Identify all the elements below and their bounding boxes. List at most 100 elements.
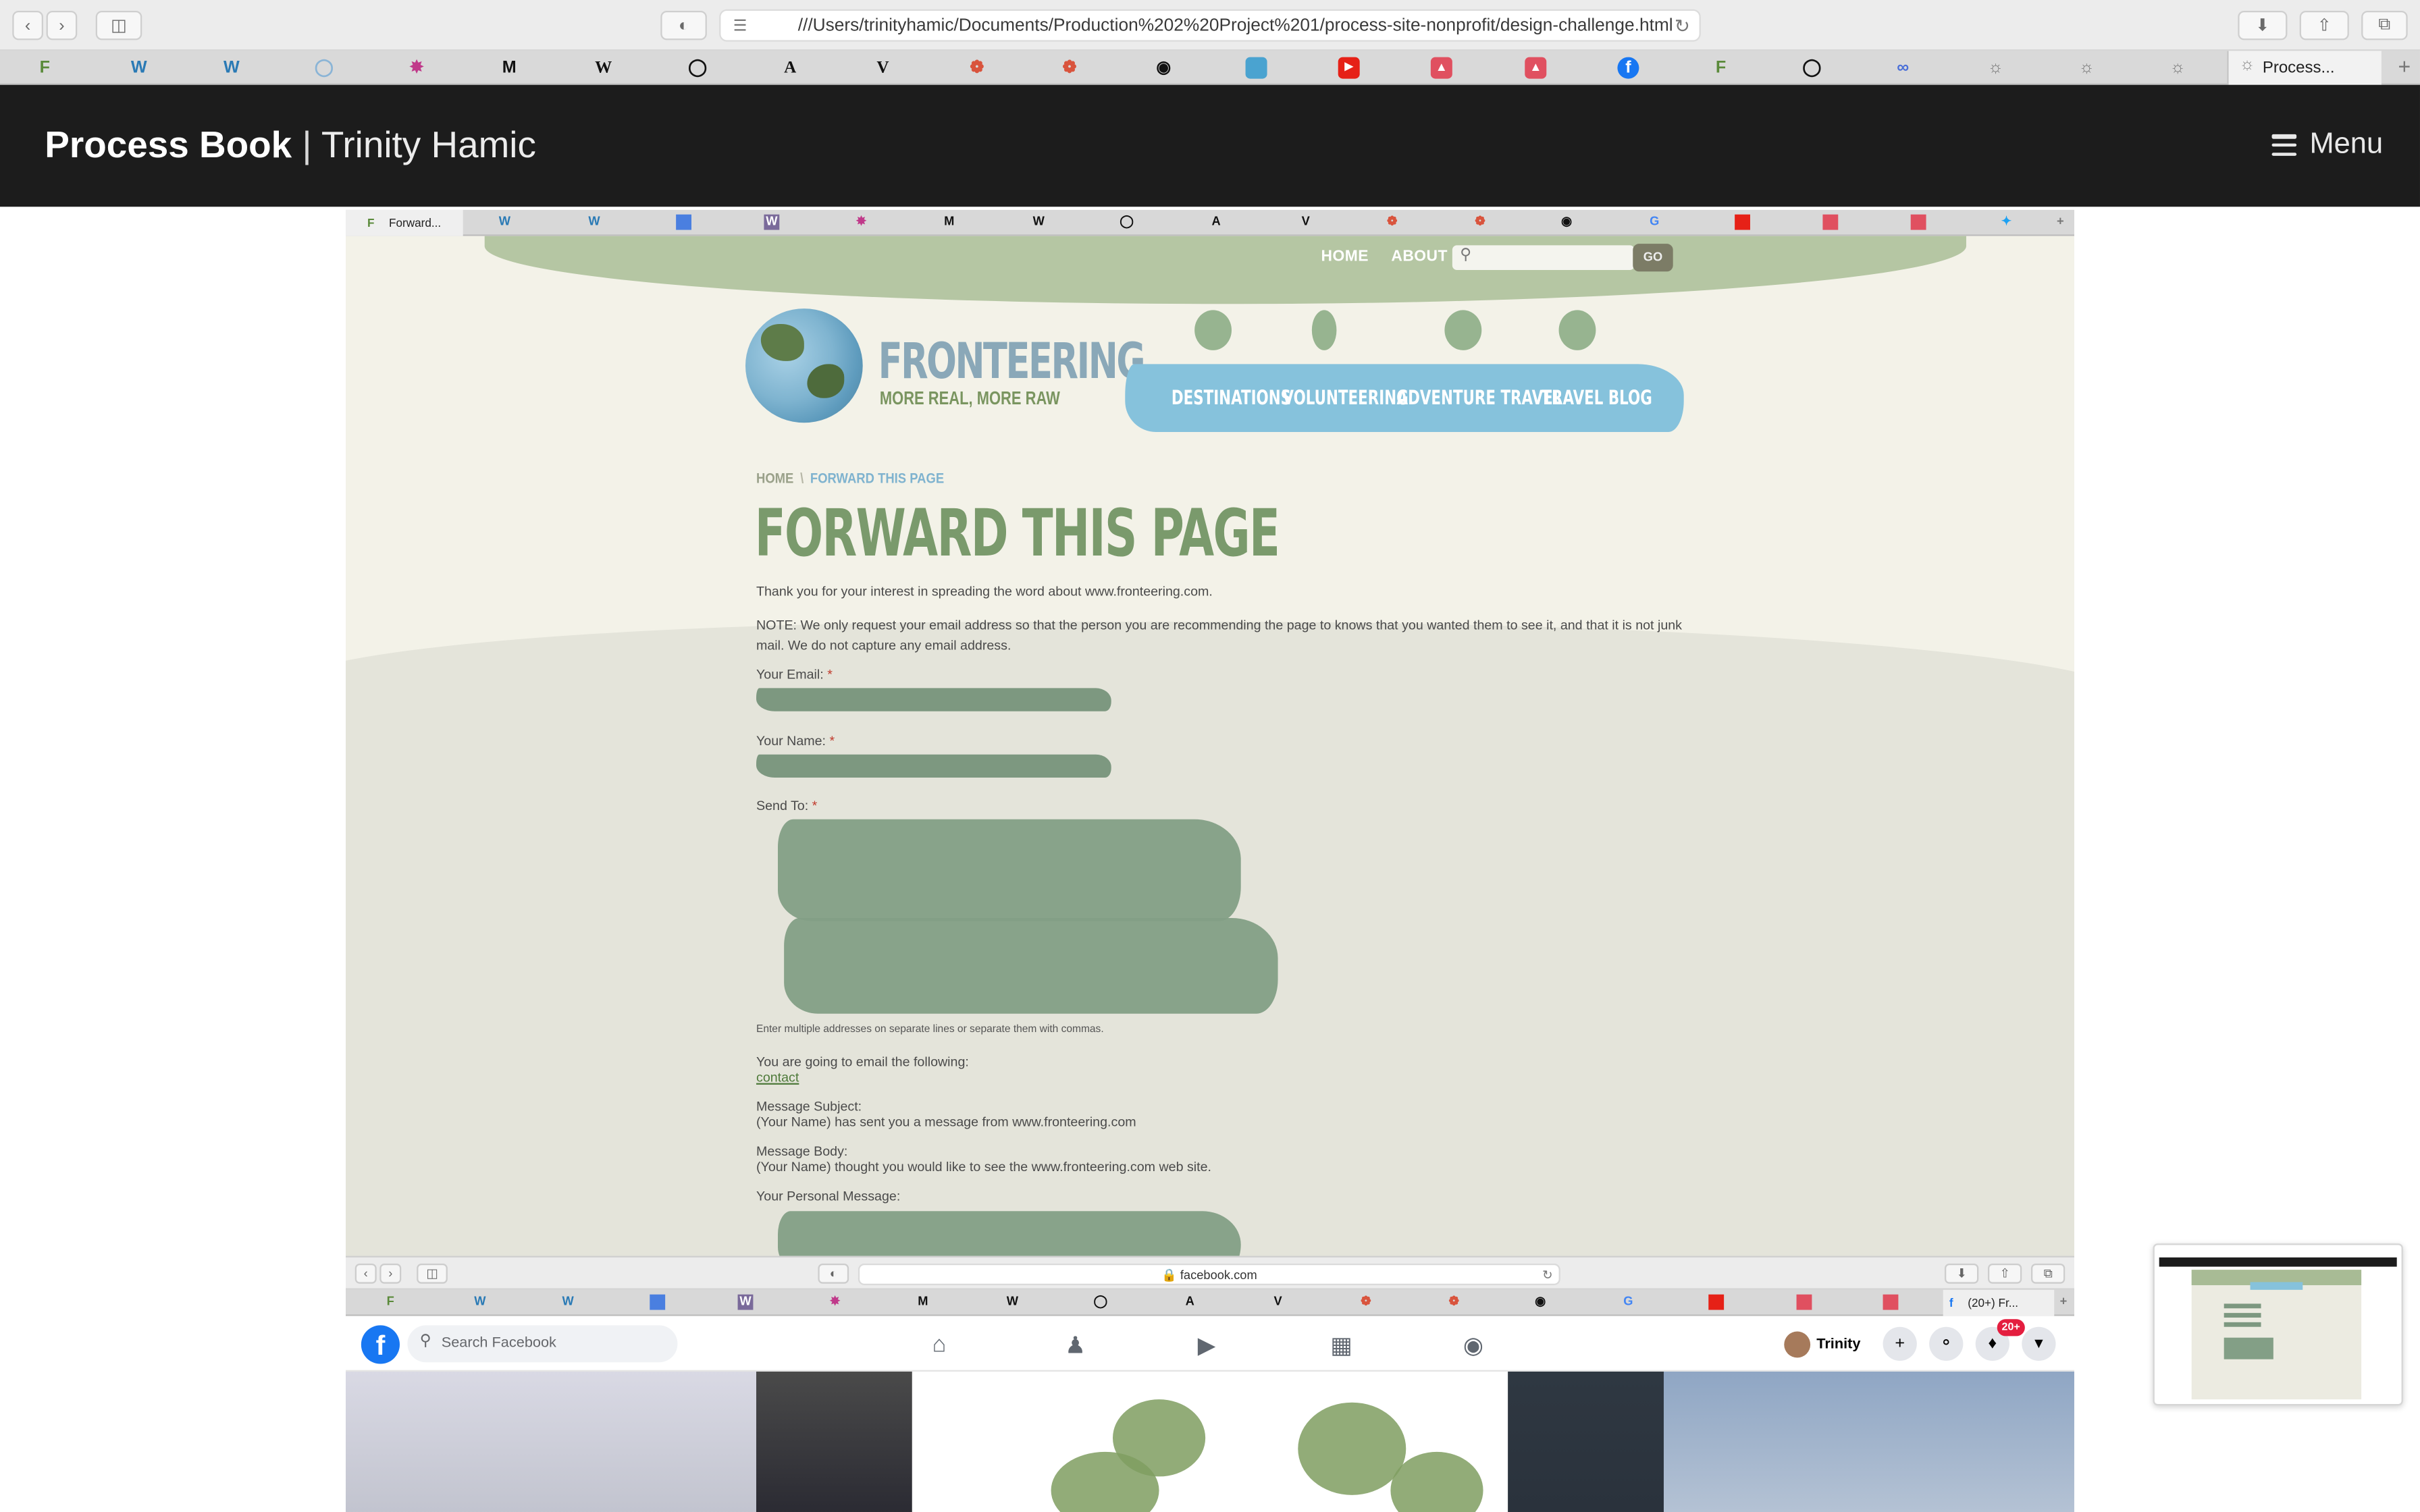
dribbble-favicon[interactable]: ❁: [1059, 57, 1080, 79]
v-favicon[interactable]: V: [872, 57, 893, 79]
send-to-label: Send To: *: [756, 797, 818, 813]
wordpress-favicon: W: [562, 1294, 574, 1309]
reload-icon[interactable]: ↻: [1675, 16, 1690, 37]
fronteering-favicon: F: [367, 215, 375, 230]
flag-favicon[interactable]: ▲: [1525, 57, 1547, 79]
inner-forward-icon: ›: [379, 1263, 402, 1284]
screenshot-preview-thumbnail[interactable]: [2153, 1243, 2403, 1406]
active-tab[interactable]: ☼ Process...: [2227, 51, 2382, 85]
groups-icon: ◉: [1463, 1332, 1483, 1359]
design-screenshot: F Forward... W W W ✸ M W ◯ A V ❁ ❁ ◉ G ✦…: [345, 209, 2074, 1512]
browser-toolbar: ‹ › ◫ ◐ ☰ ///Users/trinityhamic/Document…: [0, 0, 2420, 51]
privacy-report-button[interactable]: ◐: [660, 10, 707, 40]
cover-panel-center: [912, 1371, 1508, 1512]
inner-privacy-icon: ◐: [818, 1263, 849, 1284]
body-value: (Your Name) thought you would like to se…: [756, 1158, 1212, 1174]
send-to-help: Enter multiple addresses on separate lin…: [756, 1024, 1104, 1035]
tabs-overview-button[interactable]: ⧉: [2361, 10, 2408, 40]
intro-text: Thank you for your interest in spreading…: [756, 583, 1213, 599]
fronteering-favicon: F: [386, 1294, 394, 1309]
wordpress-favicon[interactable]: W: [128, 57, 150, 79]
fronteering-favicon[interactable]: F: [1710, 57, 1732, 79]
site-brand[interactable]: Process Book | Trinity Hamic: [45, 125, 536, 168]
menu-button[interactable]: Menu: [2272, 128, 2384, 162]
marketplace-icon: ▦: [1330, 1332, 1352, 1359]
nav-travel-blog: TRAVEL BLOG: [1542, 387, 1652, 410]
inner-address-bar: 🔒 facebook.com ↻: [858, 1263, 1560, 1285]
dribbble-favicon[interactable]: ❁: [966, 57, 988, 79]
github-favicon: ◉: [1560, 214, 1572, 229]
active-tab-label: Process...: [2262, 58, 2335, 78]
site-search-input: ⚲: [1452, 245, 1635, 270]
inner-reload-icon: ↻: [1542, 1268, 1553, 1282]
wordpress-favicon[interactable]: W: [221, 57, 242, 79]
shield-favicon[interactable]: ◯: [313, 57, 335, 79]
compass-favicon[interactable]: ☼: [2076, 57, 2097, 79]
instagram-favicon[interactable]: ◯: [687, 57, 708, 79]
inner-favorites-bar-2: F W W W ✸ M W ◯ A V ❁ ❁ ◉ G f (20+) Fr..…: [345, 1289, 2074, 1316]
address-bar[interactable]: ☰ ///Users/trinityhamic/Documents/Produc…: [719, 9, 1701, 42]
back-button[interactable]: ‹: [12, 10, 43, 40]
address-text: ///Users/trinityhamic/Documents/Producti…: [797, 17, 1673, 36]
forward-button[interactable]: ›: [46, 10, 78, 40]
inner-sidebar-icon: ◫: [417, 1263, 448, 1284]
nav-home-link: HOME: [1321, 248, 1369, 266]
new-tab-button[interactable]: +: [2398, 54, 2411, 79]
home-icon: ⌂: [932, 1331, 947, 1358]
instagram-favicon[interactable]: ◯: [1801, 57, 1822, 79]
mo-favicon[interactable]: M: [498, 57, 520, 79]
v-favicon: V: [1273, 1294, 1282, 1309]
flag-favicon[interactable]: ▲: [1430, 57, 1452, 79]
inner-back-icon: ‹: [354, 1263, 377, 1284]
inner-facebook-tab: f (20+) Fr...: [1943, 1289, 2055, 1316]
dribbble-favicon: ❁: [1387, 214, 1398, 229]
facebook-favicon[interactable]: f: [1617, 57, 1639, 79]
book-nav-icon: [1558, 310, 1596, 350]
note-text: NOTE: We only request your email address…: [756, 617, 1683, 652]
globe-logo-icon: [745, 308, 863, 423]
share-button[interactable]: ⇧: [2299, 10, 2349, 40]
hamburger-icon: [2272, 134, 2298, 156]
cover-panel-dark-right: [1508, 1371, 1664, 1512]
breadcrumb-current: FORWARD THIS PAGE: [810, 470, 945, 488]
sidebar-toggle-button[interactable]: ◫: [95, 10, 142, 40]
cover-panel-dark-left: [756, 1371, 912, 1512]
nav-destinations: DESTINATIONS: [1171, 387, 1292, 410]
a-favicon[interactable]: A: [779, 57, 801, 79]
fronteering-page: HOME ABOUT US ⚲ GO FRONTEERING MORE REAL…: [345, 236, 2074, 1256]
github-favicon[interactable]: ◉: [1153, 57, 1174, 79]
youtube-favicon[interactable]: ▶: [1338, 57, 1360, 79]
inner-tabs-icon: ⧉: [2030, 1263, 2066, 1284]
a-favicon: A: [1185, 1294, 1194, 1309]
color-wheel-favicon[interactable]: ✸: [406, 57, 427, 79]
inner-active-tab: F Forward...: [345, 209, 463, 236]
instagram-favicon: ◯: [1120, 214, 1134, 229]
subject-value: (Your Name) has sent you a message from …: [756, 1114, 1136, 1130]
cover-panel-right: [1663, 1371, 2074, 1512]
compass-favicon[interactable]: ☼: [2167, 57, 2188, 79]
wikipedia-favicon[interactable]: W: [593, 57, 614, 79]
link-favicon[interactable]: ∞: [1892, 57, 1914, 79]
brand-title: Process Book: [45, 125, 292, 167]
flag-favicon: [1822, 214, 1839, 230]
globe-nav-icon: [1194, 310, 1232, 350]
menu-label: Menu: [2309, 128, 2384, 161]
notification-badge: 20+: [1997, 1319, 2025, 1336]
compass-favicon[interactable]: ☼: [1984, 57, 2006, 79]
email-label: Your Email: *: [756, 666, 833, 682]
square-favicon[interactable]: [1245, 57, 1267, 79]
downloads-button[interactable]: ⬇: [2238, 10, 2288, 40]
page-title: FORWARD THIS PAGE: [754, 495, 1280, 571]
send-to-field: [777, 819, 1241, 921]
dribbble-favicon: ❁: [1448, 1294, 1459, 1309]
nav-adventure-travel: ADVENTURE TRAVEL: [1396, 387, 1562, 410]
fronteering-favicon[interactable]: F: [34, 57, 55, 79]
inner-active-tab-label: Forward...: [388, 215, 442, 230]
facebook-navbar: f ⚲ Search Facebook ⌂ ♟ ▶ ▦ ◉ Trinity + …: [345, 1316, 2074, 1372]
facebook-cover-photos: [345, 1371, 2074, 1512]
brand-name: Trinity Hamic: [321, 125, 536, 167]
github-favicon: ◉: [1535, 1294, 1546, 1309]
create-icon: +: [1883, 1326, 1917, 1361]
mo-favicon: M: [918, 1294, 928, 1309]
reader-icon[interactable]: ☰: [733, 18, 754, 35]
